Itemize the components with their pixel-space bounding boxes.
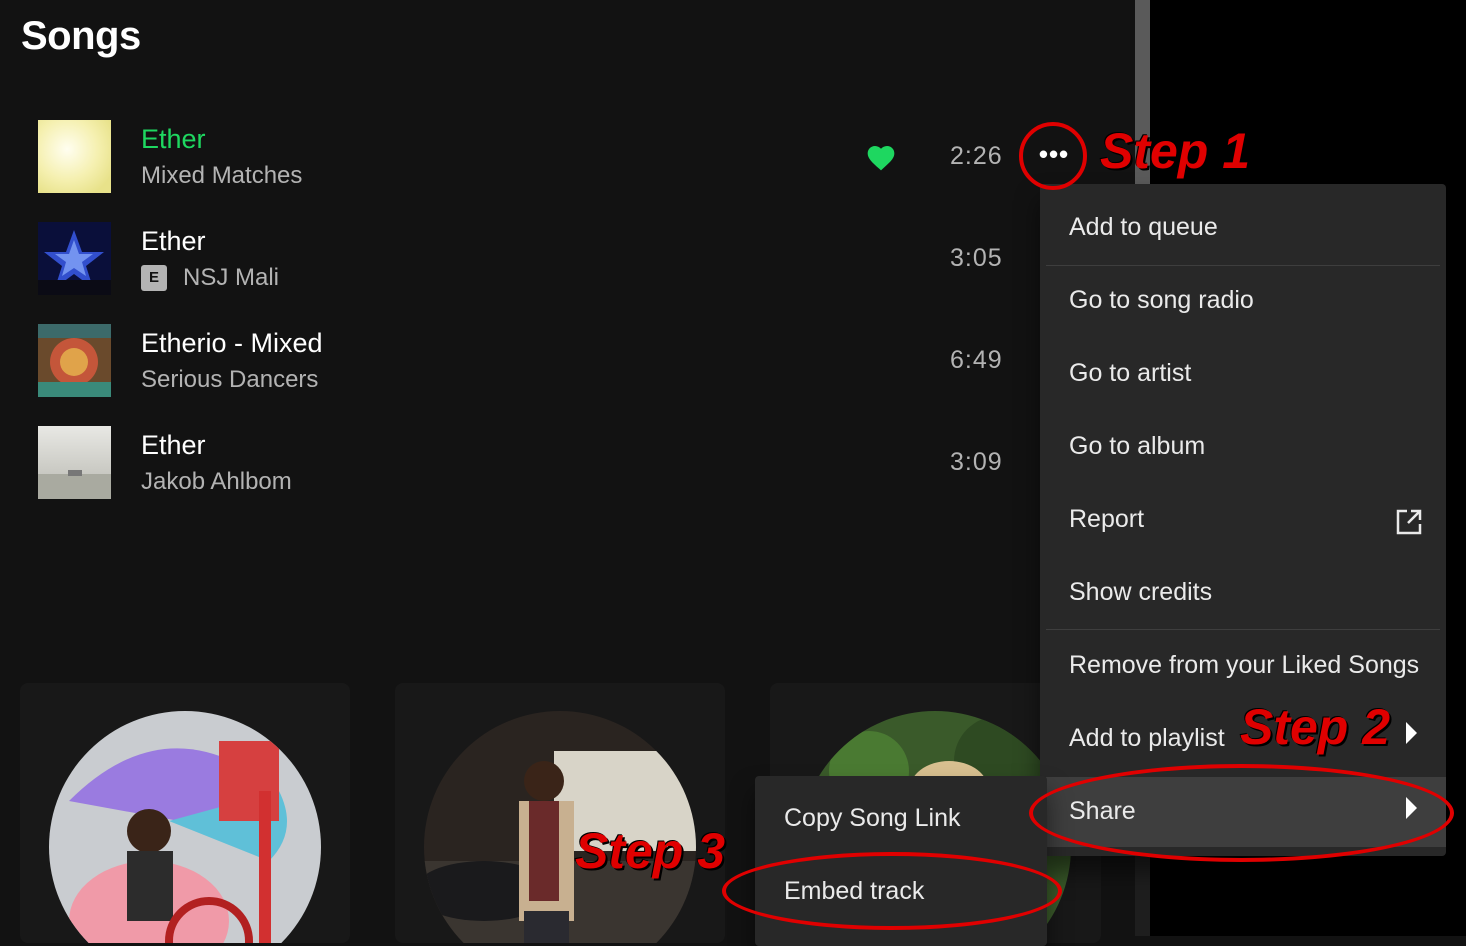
menu-item-add-to-queue[interactable]: Add to queue (1040, 193, 1446, 263)
track-row[interactable]: Ether E NSJ Mali 3:05 (0, 222, 1040, 312)
menu-item-label: Remove from your Liked Songs (1069, 651, 1420, 679)
track-artist[interactable]: Jakob Ahlbom (141, 468, 292, 496)
heart-icon[interactable] (865, 142, 897, 174)
menu-item-label: Show credits (1069, 578, 1213, 606)
menu-item-label: Copy Song Link (784, 804, 961, 832)
artist-name[interactable]: NSJ Mali (183, 264, 279, 292)
track-row[interactable]: Etherio - Mixed Serious Dancers 6:49 (0, 324, 1040, 414)
artist-card[interactable] (20, 683, 350, 943)
artist-avatar (49, 711, 321, 943)
track-artist[interactable]: E NSJ Mali (141, 264, 279, 292)
track-title[interactable]: Ether (141, 430, 206, 461)
menu-item-label: Report (1069, 505, 1145, 533)
annotation-step2: Step 2 (1240, 699, 1391, 755)
artist-name[interactable]: Jakob Ahlbom (141, 468, 292, 496)
chevron-right-icon (1406, 722, 1417, 744)
explicit-badge: E (141, 265, 167, 291)
track-duration: 3:05 (950, 244, 1003, 272)
menu-item-go-to-artist[interactable]: Go to artist (1040, 339, 1446, 409)
annotation-step1: Step 1 (1100, 123, 1251, 179)
track-title[interactable]: Ether (141, 124, 206, 155)
album-cover (38, 222, 111, 295)
track-row[interactable]: Ether Jakob Ahlbom 3:09 (0, 426, 1040, 516)
annotation-ellipse-share (1029, 764, 1454, 862)
track-row[interactable]: Ether Mixed Matches 2:26 ••• (0, 120, 1068, 210)
menu-item-song-radio[interactable]: Go to song radio (1040, 266, 1446, 336)
submenu-item-copy-song-link[interactable]: Copy Song Link (755, 784, 1047, 854)
menu-item-label: Add to queue (1069, 213, 1218, 241)
menu-item-label: Add to playlist (1069, 724, 1225, 752)
track-duration: 6:49 (950, 346, 1003, 374)
album-cover (38, 324, 111, 397)
annotation-circle-step1 (1019, 122, 1087, 190)
track-artist[interactable]: Serious Dancers (141, 366, 318, 394)
menu-item-go-to-album[interactable]: Go to album (1040, 412, 1446, 482)
album-cover (38, 426, 111, 499)
artist-name[interactable]: Mixed Matches (141, 162, 302, 190)
annotation-ellipse-embed (722, 852, 1062, 930)
menu-divider (1046, 629, 1440, 630)
artist-card[interactable] (395, 683, 725, 943)
menu-item-remove-liked[interactable]: Remove from your Liked Songs (1040, 631, 1446, 701)
annotation-step3: Step 3 (575, 823, 726, 879)
menu-item-report[interactable]: Report (1040, 485, 1446, 555)
track-title[interactable]: Etherio - Mixed (141, 328, 323, 359)
track-duration: 2:26 (950, 142, 1003, 170)
menu-item-label: Go to album (1069, 432, 1206, 460)
track-title[interactable]: Ether (141, 226, 206, 257)
track-artist[interactable]: Mixed Matches (141, 162, 302, 190)
artist-name[interactable]: Serious Dancers (141, 366, 318, 394)
menu-item-label: Go to song radio (1069, 286, 1254, 314)
page-title: Songs (21, 14, 141, 58)
menu-item-show-credits[interactable]: Show credits (1040, 558, 1446, 628)
external-link-icon (1396, 509, 1422, 535)
track-duration: 3:09 (950, 448, 1003, 476)
album-cover (38, 120, 111, 193)
menu-item-label: Go to artist (1069, 359, 1192, 387)
